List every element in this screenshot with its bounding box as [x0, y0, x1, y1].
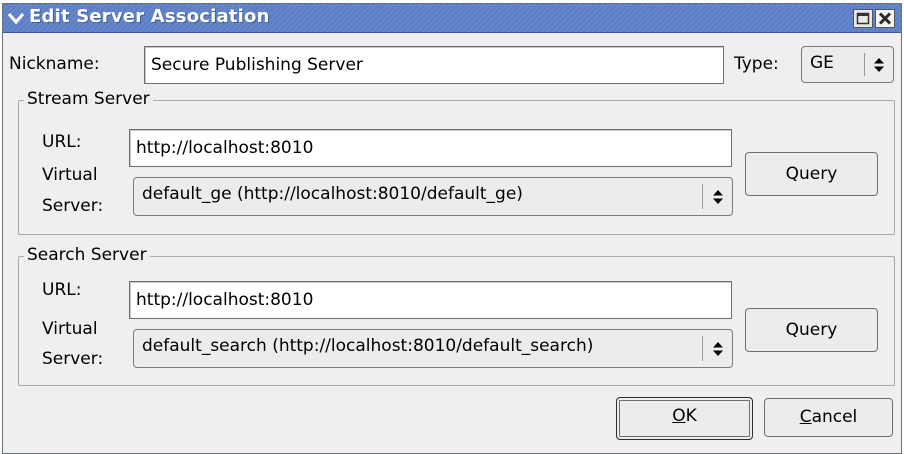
- search-url-label: URL:: [42, 280, 82, 300]
- title-bar[interactable]: Edit Server Association: [3, 4, 901, 33]
- search-virtual-server-select[interactable]: default_search (http://localhost:8010/de…: [133, 329, 733, 368]
- search-query-button[interactable]: Query: [745, 308, 878, 352]
- stream-virtual-server-select[interactable]: default_ge (http://localhost:8010/defaul…: [133, 177, 733, 216]
- stream-server-label: Server:: [42, 196, 104, 216]
- nickname-input[interactable]: Secure Publishing Server: [144, 46, 724, 84]
- maximize-icon[interactable]: [853, 9, 873, 28]
- edit-server-association-dialog: Edit Server Association Nickname: Secure…: [2, 3, 902, 454]
- ok-button-mnemonic: O: [672, 406, 686, 426]
- chevron-down-icon[interactable]: [7, 9, 25, 27]
- stream-virtual-label: Virtual: [42, 165, 98, 185]
- close-icon[interactable]: [875, 9, 895, 28]
- up-down-arrows-icon: [712, 188, 724, 206]
- type-select-separator: [864, 53, 865, 76]
- ok-button[interactable]: OK: [616, 397, 753, 440]
- search-virtual-server-value: default_search (http://localhost:8010/de…: [142, 336, 594, 356]
- stream-query-button[interactable]: Query: [745, 152, 878, 196]
- stream-url-label: URL:: [42, 132, 82, 152]
- up-down-arrows-icon: [873, 56, 885, 74]
- type-select-value: GE: [810, 53, 834, 73]
- search-url-input[interactable]: http://localhost:8010: [129, 281, 732, 319]
- stream-server-group-title: Stream Server: [24, 89, 153, 109]
- ok-button-label: K: [685, 406, 697, 426]
- stream-virtual-server-value: default_ge (http://localhost:8010/defaul…: [142, 184, 523, 204]
- search-server-label: Server:: [42, 349, 104, 369]
- nickname-label: Nickname:: [9, 54, 100, 74]
- type-label: Type:: [734, 54, 779, 74]
- cancel-button-label: ancel: [811, 407, 858, 427]
- stream-server-group: Stream Server URL: http://localhost:8010…: [18, 89, 895, 235]
- window-title: Edit Server Association: [29, 6, 270, 27]
- type-select[interactable]: GE: [801, 46, 894, 83]
- search-virtual-server-separator: [702, 336, 703, 361]
- stream-url-input[interactable]: http://localhost:8010: [129, 129, 732, 167]
- search-virtual-label: Virtual: [42, 319, 98, 339]
- cancel-button[interactable]: Cancel: [764, 398, 893, 437]
- search-server-group-title: Search Server: [24, 245, 150, 265]
- up-down-arrows-icon: [712, 340, 724, 358]
- search-server-group: Search Server URL: http://localhost:8010…: [18, 245, 895, 386]
- cancel-button-mnemonic: C: [799, 407, 812, 427]
- stream-virtual-server-separator: [702, 184, 703, 209]
